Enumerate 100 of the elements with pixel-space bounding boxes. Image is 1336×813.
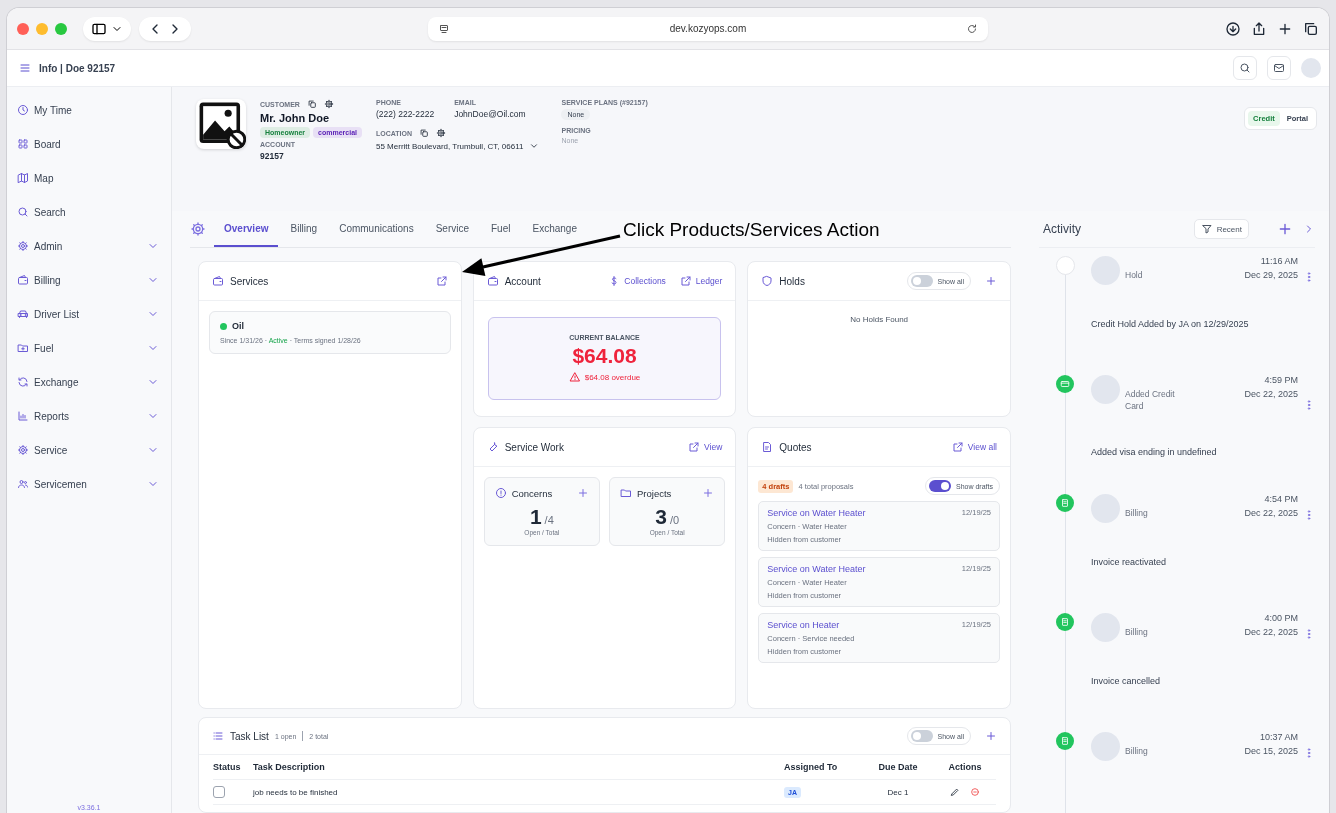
url-text: dev.kozyops.com <box>668 23 748 34</box>
sidebar-item[interactable]: My Time <box>7 93 171 127</box>
share-icon[interactable] <box>1251 20 1267 37</box>
quote-title: Service on Heater <box>767 620 840 630</box>
sidebar-item[interactable]: Billing <box>7 263 171 297</box>
sidebar-item[interactable]: Map <box>7 161 171 195</box>
tab[interactable]: Exchange <box>522 211 587 247</box>
open-count: 1 <box>529 505 542 529</box>
counter-title: Projects <box>637 487 672 499</box>
tab[interactable]: Communications <box>329 211 424 247</box>
tab[interactable]: Overview <box>214 211 279 247</box>
open-count: 3 <box>655 505 667 529</box>
customer-name: Mr. John Doe <box>260 112 331 124</box>
external-link-icon <box>679 275 692 287</box>
mail-icon <box>1273 62 1285 74</box>
mail-button[interactable] <box>1267 56 1291 80</box>
delete-icon[interactable] <box>970 787 980 797</box>
balance-amount: $64.08 <box>572 344 637 368</box>
add-button[interactable] <box>702 487 715 499</box>
copy-icon[interactable] <box>419 128 430 138</box>
map-icon <box>17 172 29 184</box>
activity-type: Added Credit Card <box>1125 389 1176 413</box>
task-checkbox[interactable] <box>213 786 225 798</box>
sidebar-item[interactable]: Board <box>7 127 171 161</box>
activity-time: 4:00 PM <box>1264 613 1298 623</box>
edit-icon[interactable] <box>950 787 960 797</box>
caret-icon[interactable] <box>529 141 540 151</box>
search-button[interactable] <box>1233 56 1257 80</box>
tab[interactable]: Service <box>425 211 479 247</box>
service-name: Oil <box>232 321 244 331</box>
column-header: Status <box>213 762 242 772</box>
tab[interactable]: Fuel <box>481 211 521 247</box>
add-button[interactable] <box>577 487 589 499</box>
settings-icon[interactable] <box>190 221 206 237</box>
card-link[interactable]: Collections <box>608 275 666 287</box>
bar-chart-icon <box>17 410 29 422</box>
settings-icon[interactable] <box>436 128 447 138</box>
column-header: Due Date <box>877 762 919 772</box>
activity-message: Invoice cancelled <box>1091 676 1162 686</box>
window-control[interactable] <box>17 22 29 35</box>
card-link[interactable]: View <box>688 441 723 453</box>
activity-type: Billing <box>1125 746 1149 758</box>
card-title: Quotes <box>779 441 812 453</box>
sidebar-item[interactable]: Admin <box>7 229 171 263</box>
document-icon <box>761 441 774 453</box>
copy-icon[interactable] <box>306 99 317 109</box>
sidebar-item[interactable]: Search <box>7 195 171 229</box>
overdue-text: $64.08 overdue <box>584 372 641 382</box>
receipt-icon <box>1060 498 1070 508</box>
activity-message: Credit Hold Added by JA on 12/29/2025 <box>1091 319 1250 329</box>
external-link-icon <box>435 275 448 287</box>
add-button[interactable] <box>985 275 997 287</box>
activity-date: Dec 22, 2025 <box>1244 389 1298 399</box>
card-title: Account <box>504 275 541 287</box>
settings-icon <box>17 240 29 252</box>
search-icon <box>17 206 29 218</box>
card-title: Services <box>230 275 269 287</box>
address-text: 55 Merritt Boulevard, Trumbull, CT, 06611 <box>376 141 524 151</box>
page-title: Info | Doe 92157 <box>39 62 116 74</box>
counter-title: Concerns <box>511 487 553 499</box>
total-count: /0 <box>669 514 680 526</box>
download-icon[interactable] <box>1225 20 1241 37</box>
reload-icon[interactable] <box>966 22 978 35</box>
window-control[interactable] <box>55 22 67 35</box>
card-title: Service Work <box>504 441 564 453</box>
sidebar-item[interactable]: Exchange <box>7 365 171 399</box>
receipt-icon <box>1060 736 1070 746</box>
sidebar-item[interactable]: Driver List <box>7 297 171 331</box>
email-address: JohnDoe@Oil.com <box>454 109 526 119</box>
add-icon[interactable] <box>1277 221 1293 237</box>
activity-message: Added visa ending in undefined <box>1091 446 1218 457</box>
sidebar-item[interactable]: Fuel <box>7 331 171 365</box>
activity-type: Billing <box>1125 627 1149 639</box>
plus-icon <box>985 275 997 287</box>
filter-button[interactable]: Recent <box>1193 219 1249 239</box>
tabs-icon[interactable] <box>1303 20 1319 37</box>
card-link[interactable]: Ledger <box>679 275 723 287</box>
menu-icon[interactable] <box>19 62 31 74</box>
activity-time: 11:16 AM <box>1260 256 1298 266</box>
sidebar-item[interactable]: Servicemen <box>7 467 171 501</box>
page-icon <box>438 22 450 35</box>
sidebar-item[interactable]: Reports <box>7 399 171 433</box>
search-icon <box>1239 62 1251 74</box>
phone-number: (222) 222-2222 <box>376 109 435 119</box>
clock-icon <box>17 104 29 116</box>
panel-title: Activity <box>1043 222 1081 236</box>
empty-message: No Holds Found <box>849 315 910 324</box>
activity-message: Invoice reactivated <box>1091 557 1168 567</box>
add-button[interactable] <box>985 730 997 742</box>
shield-icon <box>761 275 774 287</box>
card-link[interactable]: View all <box>951 441 997 453</box>
sidebar-item[interactable]: Service <box>7 433 171 467</box>
column-header: Task Description <box>253 762 326 772</box>
open-button[interactable] <box>435 275 448 287</box>
car-icon <box>17 308 29 320</box>
wallet-icon <box>486 275 499 287</box>
sidebar-toggle-button[interactable] <box>83 16 131 41</box>
tab[interactable]: Billing <box>280 211 328 247</box>
settings-icon[interactable] <box>323 99 334 109</box>
address-bar[interactable]: dev.kozyops.com <box>428 16 988 41</box>
